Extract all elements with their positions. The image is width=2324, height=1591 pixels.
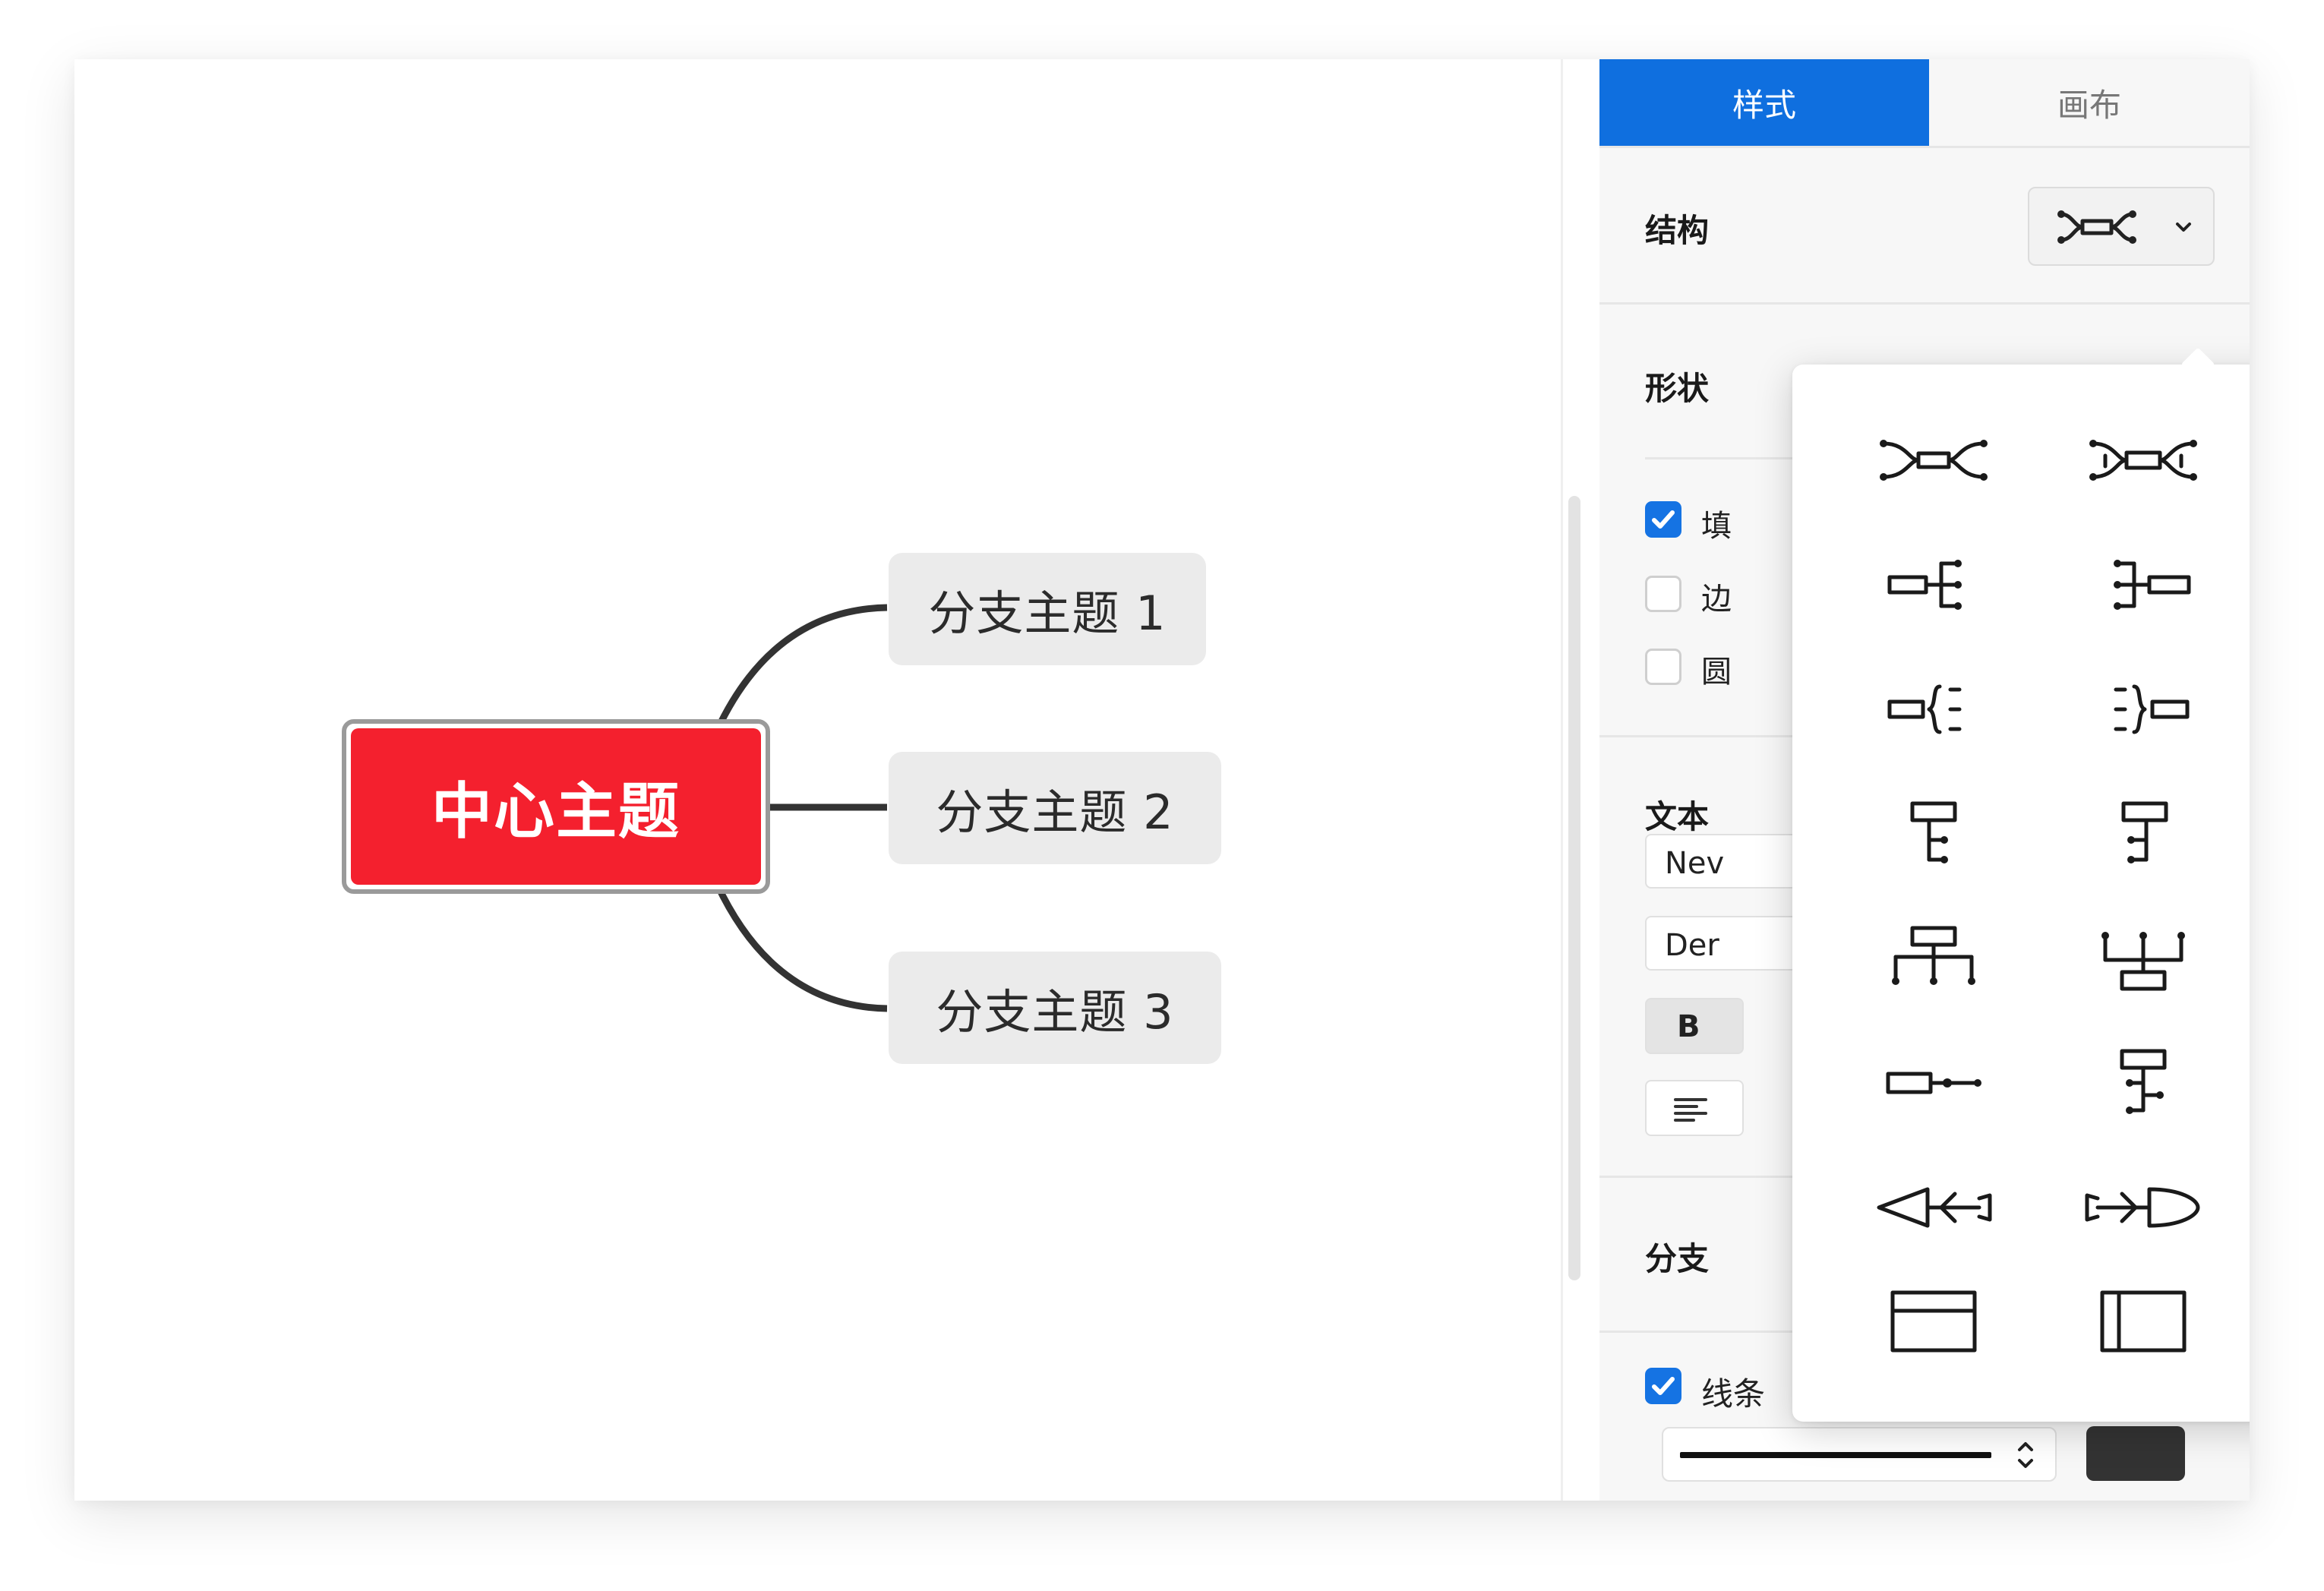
line-style-select[interactable] xyxy=(1662,1427,2057,1482)
chevron-down-icon xyxy=(2176,223,2191,232)
connector-branch-1 xyxy=(713,604,888,732)
section-divider xyxy=(1645,457,1797,459)
structure-option-org-chart[interactable] xyxy=(1842,905,2025,1012)
border-label: 边 xyxy=(1701,582,1732,617)
text-align-button[interactable] xyxy=(1645,1080,1744,1136)
line-label: 线条 xyxy=(1701,1375,1766,1413)
shape-label: 形状 xyxy=(1645,370,1710,407)
connector-lines xyxy=(713,604,888,1012)
central-topic-label: 中心主题 xyxy=(351,728,761,885)
bold-label: B xyxy=(1677,1009,1700,1044)
structure-option-brace-right[interactable] xyxy=(1842,656,2025,762)
structure-option-brace-left[interactable] xyxy=(2052,656,2234,762)
structure-option-tree-left[interactable] xyxy=(2052,781,2234,887)
structure-option-matrix-rows[interactable] xyxy=(1842,1268,2025,1375)
structure-option-tree-vertical[interactable] xyxy=(2052,1030,2234,1136)
structure-option-logic-right[interactable] xyxy=(1842,532,2025,638)
tab-divider xyxy=(1599,146,2250,148)
branch-topic-2[interactable]: 分支主题 2 xyxy=(889,752,1221,864)
app-window: 中心主题 分支主题 1 分支主题 2 分支主题 3 样式 画布 结构 形状 填 … xyxy=(74,59,2250,1501)
fill-label: 填 xyxy=(1701,509,1732,544)
branch-topic-3[interactable]: 分支主题 3 xyxy=(889,952,1221,1064)
bold-button[interactable]: B xyxy=(1645,998,1744,1054)
border-checkbox[interactable] xyxy=(1645,576,1681,612)
tab-canvas[interactable]: 画布 xyxy=(1929,59,2250,146)
rounded-label: 圆 xyxy=(1701,655,1732,690)
font-style-value: Der xyxy=(1665,928,1719,963)
branch-topic-1[interactable]: 分支主题 1 xyxy=(889,553,1206,665)
panel-scrollbar[interactable] xyxy=(1568,496,1580,1280)
structure-option-fishbone-left[interactable] xyxy=(1842,1154,2025,1261)
structure-option-matrix-columns[interactable] xyxy=(2052,1268,2234,1375)
structure-option-tree-right[interactable] xyxy=(1842,781,2025,887)
structure-current-icon xyxy=(2057,210,2136,244)
structure-option-fishbone-right[interactable] xyxy=(2052,1154,2234,1261)
checkmark-icon xyxy=(1652,1377,1675,1395)
align-left-icon xyxy=(1674,1098,1707,1122)
structure-label: 结构 xyxy=(1645,212,1710,249)
structure-option-timeline[interactable] xyxy=(1842,1030,2025,1136)
line-style-preview xyxy=(1680,1452,1991,1458)
structure-option-mindmap[interactable] xyxy=(1842,407,2025,513)
line-color-swatch[interactable] xyxy=(2086,1426,2185,1481)
structure-options-grid: .s { fill:none; stroke:#1a1a1a; stroke-w… xyxy=(1842,407,2234,1375)
checkmark-icon xyxy=(1652,510,1675,529)
line-checkbox[interactable] xyxy=(1645,1368,1681,1404)
central-topic[interactable]: 中心主题 xyxy=(342,719,770,894)
section-divider xyxy=(1599,302,2250,305)
tab-style[interactable]: 样式 xyxy=(1599,59,1929,146)
branch-label: 分支 xyxy=(1645,1240,1710,1277)
structure-popover: .s { fill:none; stroke:#1a1a1a; stroke-w… xyxy=(1792,347,2250,1422)
panel-divider xyxy=(1561,59,1563,1501)
font-family-value: Nev xyxy=(1665,846,1725,881)
structure-option-mindmap-numbered[interactable] xyxy=(2052,407,2234,513)
connector-branch-3 xyxy=(713,882,888,1012)
structure-option-logic-left[interactable] xyxy=(2052,532,2234,638)
stepper-icon xyxy=(2018,1442,2033,1468)
structure-dropdown[interactable] xyxy=(2028,187,2215,266)
structure-option-org-chart-up[interactable] xyxy=(2052,905,2234,1012)
text-label: 文本 xyxy=(1645,798,1710,835)
mindmap-canvas[interactable]: 中心主题 分支主题 1 分支主题 2 分支主题 3 xyxy=(74,59,1561,1501)
rounded-checkbox[interactable] xyxy=(1645,649,1681,685)
fill-checkbox[interactable] xyxy=(1645,501,1681,538)
